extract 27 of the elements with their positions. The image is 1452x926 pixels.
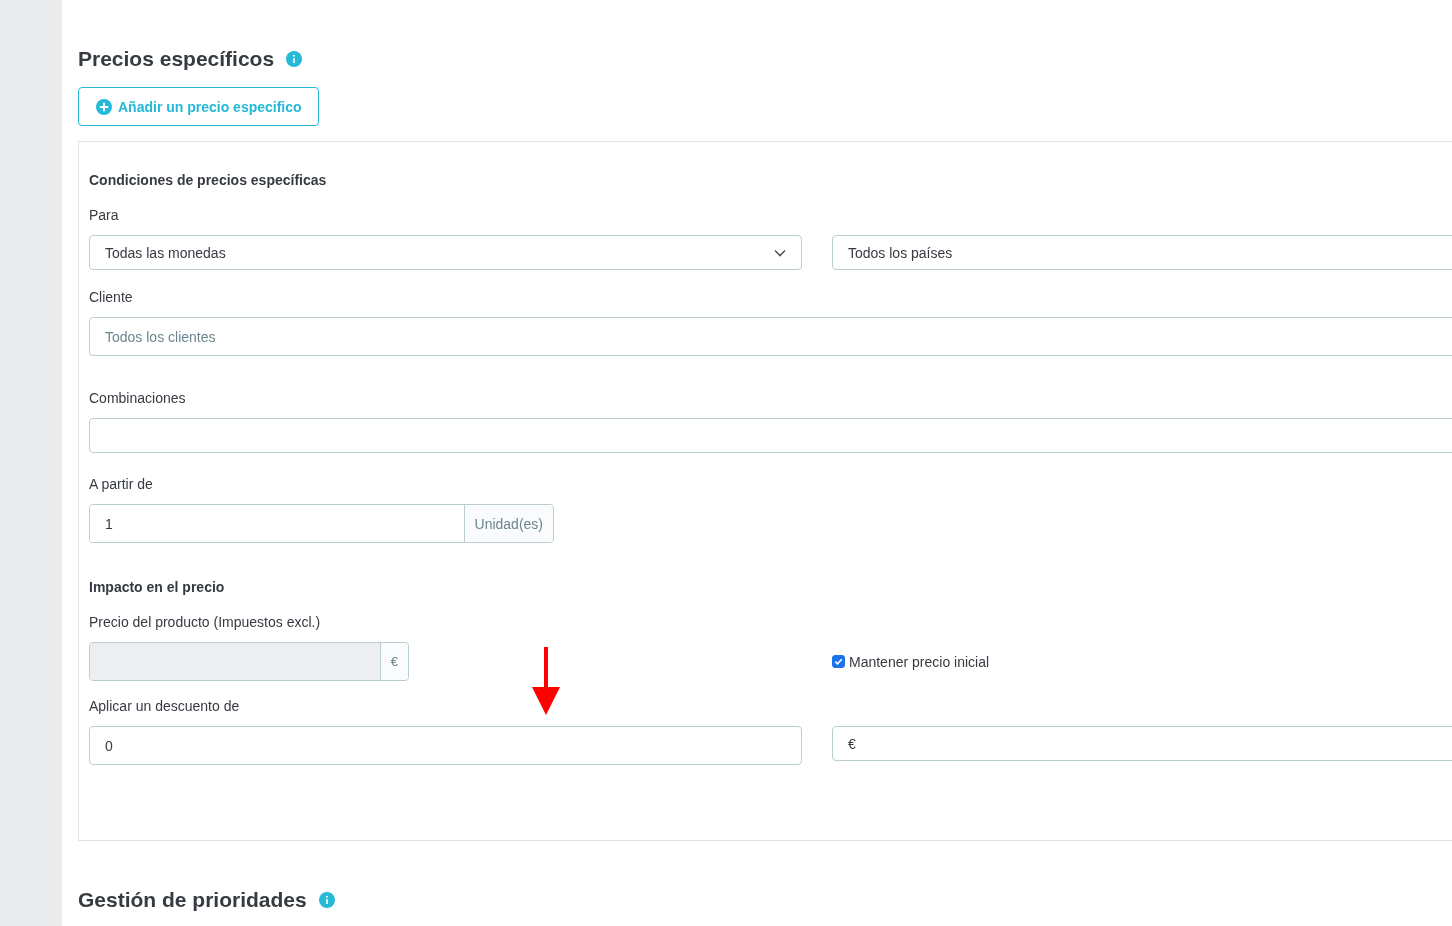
keep-initial-price-label: Mantener precio inicial [849,653,990,670]
country-select[interactable]: Todos los países [832,235,1452,270]
impact-heading: Impacto en el precio [89,579,226,597]
section-title: Gestión de prioridades [78,888,307,912]
conditions-heading: Condiciones de precios específicas [89,172,328,190]
keep-initial-price-checkbox[interactable] [832,655,845,668]
currency-addon: € [379,643,408,680]
combinations-field[interactable] [89,418,1452,453]
quantity-input-group[interactable]: 1 Unidad(es) [89,504,554,543]
discount-field[interactable]: 0 [89,726,802,765]
para-label: Para [89,207,120,225]
check-icon [833,656,844,667]
discount-type-select[interactable]: € [832,726,1452,761]
info-icon[interactable] [318,892,335,908]
customer-label: Cliente [89,289,134,307]
unit-addon: Unidad(es) [463,505,553,542]
customer-field[interactable]: Todos los clientes [89,317,1452,356]
from-quantity-label: A partir de [89,476,154,494]
annotation-arrow [530,647,562,717]
info-icon[interactable] [286,51,303,67]
currency-select[interactable]: Todas las monedas [89,235,802,270]
plus-circle-icon [96,98,112,115]
section-title: Precios específicos [78,47,275,71]
price-label: Precio del producto (Impuestos excl.) [89,614,322,632]
chevron-down-icon [774,248,786,257]
combinations-label: Combinaciones [89,390,187,408]
discount-label: Aplicar un descuento de [89,698,241,716]
